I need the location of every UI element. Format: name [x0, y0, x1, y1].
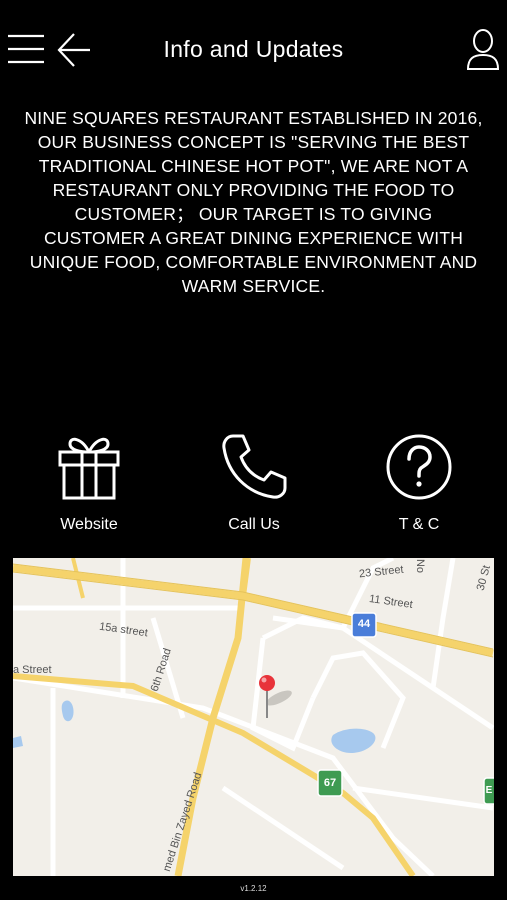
app-version: v1.2.12 [240, 884, 267, 893]
app-header: Info and Updates [0, 0, 507, 100]
location-map[interactable]: 23 Street 11 Street 15a street 6th Road … [13, 558, 494, 876]
route-44-shield: 44 [357, 618, 371, 630]
route-67-shield: 67 [323, 777, 337, 789]
terms-label: T & C [398, 516, 440, 533]
website-label: Website [60, 516, 118, 533]
user-profile-icon[interactable] [465, 28, 501, 72]
terms-button[interactable]: T & C [364, 432, 474, 534]
question-icon [386, 434, 452, 500]
map-label-a-street: a Street [13, 664, 52, 676]
map-label-no: No [414, 558, 427, 574]
page-title: Info and Updates [163, 36, 344, 62]
call-us-label: Call Us [228, 516, 280, 533]
phone-icon [222, 434, 287, 499]
website-button[interactable]: Website [34, 432, 144, 534]
call-us-button[interactable]: Call Us [199, 432, 309, 534]
restaurant-description: Nine Squares Restaurant established in 2… [24, 108, 483, 296]
gift-icon [58, 437, 120, 500]
route-shield-edge: E [485, 785, 493, 796]
